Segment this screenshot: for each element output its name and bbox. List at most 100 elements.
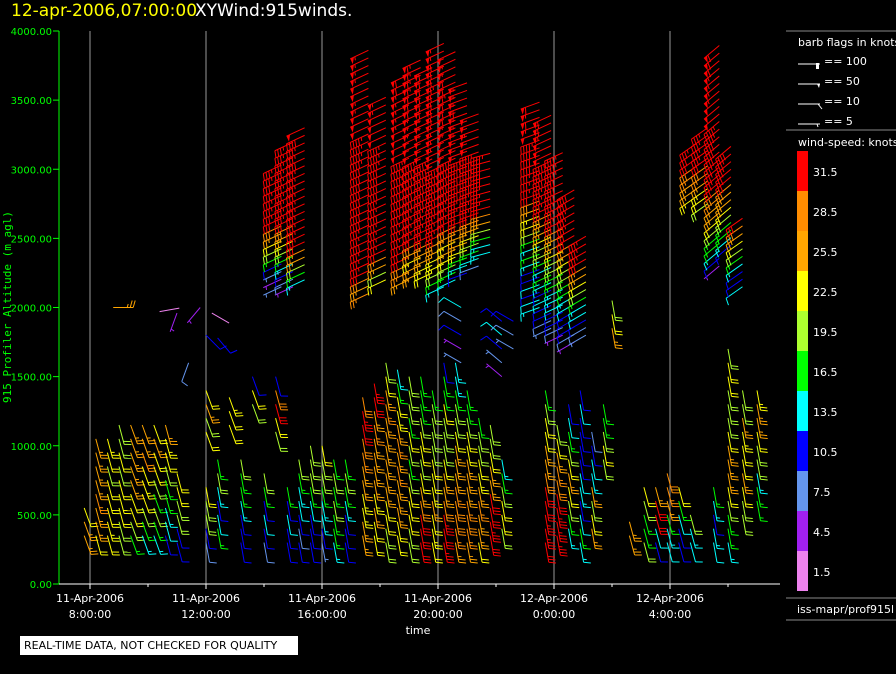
y-tick-label: 3000.00 <box>11 165 52 176</box>
wind-barb <box>309 514 322 536</box>
wind-barb <box>591 473 603 495</box>
wind-barb <box>113 300 136 308</box>
wind-barb <box>164 424 178 445</box>
colorbar-label: 4.5 <box>813 526 831 539</box>
wind-barb <box>678 542 692 563</box>
x-tick-date: 12-Apr-2006 <box>520 592 588 605</box>
source-label: iss-mapr/prof915l <box>797 603 894 616</box>
wind-barb <box>438 297 462 308</box>
wind-barb <box>447 158 468 174</box>
flag-legend-label: == 100 <box>824 55 867 68</box>
wind-barb <box>579 390 591 412</box>
wind-barb <box>447 272 468 288</box>
wind-barb <box>181 362 190 387</box>
colorbar-swatch <box>797 351 808 391</box>
y-ticks: 0.00 500.00 1000.00 1500.00 2000.00 2500.00 30… <box>11 27 59 591</box>
wind-barb <box>141 535 157 555</box>
colorbar-swatch <box>797 551 808 591</box>
wind-barb <box>703 83 720 101</box>
barb-sample-icon <box>798 83 820 88</box>
wind-barb <box>454 362 467 384</box>
x-tick-time: 20:00:00 <box>413 608 462 621</box>
wind-barb <box>408 376 420 398</box>
wind-barb <box>286 514 298 536</box>
wind-barb <box>240 459 252 481</box>
colorbar-label: 25.5 <box>813 246 838 259</box>
wind-barb <box>176 542 190 563</box>
x-tick-date: 11-Apr-2006 <box>404 592 472 605</box>
wind-barb <box>286 528 298 550</box>
wind-barb <box>217 459 229 481</box>
wind-barb <box>470 251 491 265</box>
colorbar-label: 7.5 <box>813 486 831 499</box>
colorbar-swatch <box>797 151 808 191</box>
wind-barb <box>373 383 385 405</box>
colorbar-title: wind-speed: knots <box>798 136 896 149</box>
wind-barb <box>655 487 668 508</box>
wind-barb <box>579 404 591 426</box>
wind-barb <box>228 411 244 431</box>
wind-barb <box>579 459 591 481</box>
wind-barb <box>95 438 109 459</box>
wind-barb <box>490 324 514 336</box>
wind-barb <box>159 307 180 313</box>
wind-barb <box>490 310 514 322</box>
wind-barb <box>568 334 587 348</box>
wind-barb <box>333 459 345 481</box>
flag-legend-item: == 100 <box>798 55 867 69</box>
wind-barb <box>344 542 356 564</box>
colorbar-label: 13.5 <box>813 406 838 419</box>
wind-barb <box>176 473 190 494</box>
wind-barb <box>169 312 178 332</box>
flag-legend-item: == 5 <box>798 115 853 128</box>
wind-barb <box>211 312 230 324</box>
wind-barb <box>443 338 462 350</box>
wind-barb <box>217 528 229 550</box>
colorbar-swatch <box>797 391 808 431</box>
wind-barb <box>459 265 479 281</box>
wind-barb <box>385 362 397 384</box>
y-tick-label: 2500.00 <box>11 234 52 245</box>
colorbar-swatch <box>797 191 808 231</box>
colorbar-swatch <box>797 471 808 511</box>
wind-barb <box>205 542 217 564</box>
wind-barb <box>579 473 591 495</box>
wind-barb <box>703 52 720 71</box>
wind-barb <box>568 404 580 426</box>
colorbar-label: 16.5 <box>813 366 838 379</box>
wind-barb <box>703 90 720 109</box>
flag-legend-item: == 10 <box>798 95 860 110</box>
wind-barb <box>628 521 642 542</box>
wind-barb <box>703 75 720 94</box>
wind-barb <box>217 514 229 536</box>
wind-barb <box>106 438 120 459</box>
wind-barb <box>443 376 455 398</box>
wind-barb <box>420 376 432 398</box>
y-tick-label: 3500.00 <box>11 96 52 107</box>
flag-legend-label: == 10 <box>824 95 860 108</box>
wind-barb <box>666 473 680 494</box>
wind-barb <box>443 362 455 384</box>
wind-barb <box>568 431 580 453</box>
wind-barb <box>205 390 221 410</box>
wind-barb <box>501 459 513 481</box>
wind-barb <box>703 98 720 117</box>
wind-barb <box>591 431 603 453</box>
y-tick-label: 500.00 <box>17 511 52 522</box>
colorbar-swatch <box>797 511 808 551</box>
x-tick-date: 12-Apr-2006 <box>636 592 704 605</box>
wind-barb <box>602 404 615 426</box>
x-tick-date: 11-Apr-2006 <box>56 592 124 605</box>
wind-barb <box>438 310 462 322</box>
wind-barb <box>344 528 356 550</box>
wind-barb <box>478 418 490 440</box>
wind-barb <box>703 67 720 86</box>
wind-barb <box>309 542 322 564</box>
wind-barb <box>205 334 227 350</box>
wind-barb <box>703 105 720 124</box>
wind-barb <box>579 431 591 453</box>
colorbar-label: 28.5 <box>813 206 838 219</box>
wind-barb <box>263 542 275 564</box>
wind-barb <box>489 424 501 446</box>
y-axis-label: 915 Profiler Altitude (m agl) <box>1 211 14 403</box>
